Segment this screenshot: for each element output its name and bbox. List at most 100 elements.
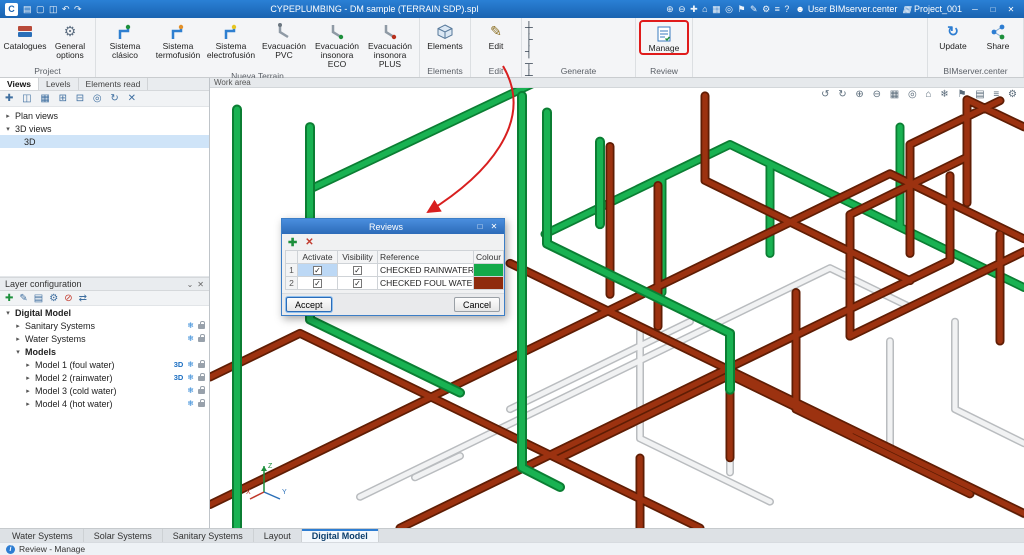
maximize-button[interactable]: □ [985, 3, 1001, 16]
disable-layer-icon[interactable]: ⊘ [64, 293, 72, 304]
view-3d-badge[interactable]: 3D [174, 373, 184, 382]
lock-icon[interactable] [198, 324, 205, 329]
project-name: Project_001 [914, 4, 962, 14]
share-button[interactable]: Share [976, 20, 1020, 51]
swap-layers-icon[interactable]: ⇄ [79, 293, 87, 304]
evacuacion-pvc-button[interactable]: Evacuación PVC [258, 20, 310, 60]
chevron-right-icon[interactable]: ▸ [24, 400, 32, 408]
sistema-electrofusion-button[interactable]: Sistema electrofusión [205, 20, 257, 60]
general-options-button[interactable]: ⚙ General options [48, 20, 92, 60]
tree-item-model-3[interactable]: ▸ Model 3 (cold water) ❄ [0, 384, 209, 397]
tab-water-systems[interactable]: Water Systems [2, 529, 84, 542]
freeze-icon[interactable]: ❄ [187, 386, 194, 395]
left-panel-tabs: Views Levels Elements read [0, 78, 209, 91]
catalogues-button[interactable]: Catalogues [3, 20, 47, 51]
freeze-icon[interactable]: ❄ [187, 399, 194, 408]
tree-item-models[interactable]: ▾ Models [0, 345, 209, 358]
tree-item-digital-model[interactable]: ▾ Digital Model [0, 306, 209, 319]
elements-button[interactable]: Elements [423, 20, 467, 51]
chevron-down-icon[interactable]: ▾ [14, 348, 22, 356]
tab-layout[interactable]: Layout [254, 529, 302, 542]
chevron-right-icon[interactable]: ▸ [24, 361, 32, 369]
project-indicator[interactable]: ▦ Project_001 [902, 4, 962, 15]
lock-icon[interactable] [198, 363, 205, 368]
chevron-right-icon[interactable]: ▸ [14, 322, 22, 330]
minimize-button[interactable]: ─ [967, 3, 983, 16]
tree-item-plan-views[interactable]: ▸ Plan views [0, 109, 209, 122]
review-row-foulwater[interactable]: 2 ✓ ✓ CHECKED FOUL WATER [286, 277, 504, 290]
chevron-right-icon[interactable]: ▸ [24, 374, 32, 382]
review-row-rainwater[interactable]: 1 ✓ ✓ CHECKED RAINWATER [286, 264, 504, 277]
colour-swatch-rainwater[interactable] [474, 264, 504, 277]
titlebar-tools-strip[interactable]: ⊕ ⊖ ✚ ⌂ ▦ ◎ ⚑ ✎ ⚙ ≡ ? [666, 4, 790, 15]
edit-button[interactable]: ✎ Edit [474, 20, 518, 51]
tree-item-sanitary-systems[interactable]: ▸ Sanitary Systems ❄ [0, 319, 209, 332]
viewport-toolbar-strip[interactable]: ↺ ↻ ⊕ ⊖ ▦ ◎ ⌂ ❄ ⚑ ▤ ≡ ⚙ [821, 89, 1020, 100]
tab-elements-read[interactable]: Elements read [79, 78, 149, 90]
view-3d-badge[interactable]: 3D [174, 360, 184, 369]
tab-sanitary-systems[interactable]: Sanitary Systems [163, 529, 254, 542]
reference-cell[interactable]: CHECKED RAINWATER [378, 264, 474, 277]
tab-digital-model[interactable]: Digital Model [302, 529, 379, 542]
chevron-right-icon[interactable]: ▸ [4, 112, 12, 120]
tree-item-model-2[interactable]: ▸ Model 2 (rainwater) 3D ❄ [0, 371, 209, 384]
panel-close-icon[interactable]: ✕ [197, 280, 204, 289]
drain-pipe-icon [275, 21, 293, 42]
panel-collapse-icon[interactable]: ⌄ [187, 280, 194, 289]
dialog-close-icon[interactable]: ✕ [487, 222, 501, 231]
lock-icon[interactable] [198, 402, 205, 407]
reviews-dialog-titlebar[interactable]: Reviews □ ✕ [282, 219, 504, 234]
lock-icon[interactable] [198, 376, 205, 381]
visibility-checkbox[interactable]: ✓ [353, 266, 362, 275]
reference-cell[interactable]: CHECKED FOUL WATER [378, 277, 474, 290]
colour-swatch-foulwater[interactable] [474, 277, 504, 290]
delete-review-icon[interactable]: ✕ [305, 237, 313, 248]
info-icon: i [6, 545, 15, 554]
sistema-clasico-button[interactable]: Sistema clásico [99, 20, 151, 60]
chevron-down-icon[interactable]: ▾ [4, 125, 12, 133]
views-tree: ▸ Plan views ▾ 3D views 3D [0, 107, 209, 277]
layer-list-icon[interactable]: ▤ [34, 293, 43, 304]
tree-item-3d-selected[interactable]: 3D [0, 135, 209, 148]
chevron-right-icon[interactable]: ▸ [14, 335, 22, 343]
lock-icon[interactable] [198, 337, 205, 342]
quick-access-toolbar[interactable]: ▤ ▢ ◫ ↶ ↷ [23, 4, 83, 15]
chevron-down-icon[interactable]: ▾ [4, 309, 12, 317]
evacuacion-insonora-eco-button[interactable]: Evacuación insonora ECO [311, 20, 363, 70]
add-review-icon[interactable]: ✚ [288, 236, 297, 249]
edit-layer-icon[interactable]: ✎ [19, 293, 27, 304]
sistema-termofusion-button[interactable]: Sistema termofusión [152, 20, 204, 60]
gear-icon: ⚙ [64, 21, 77, 42]
activate-checkbox[interactable]: ✓ [313, 266, 322, 275]
evacuacion-insonora-plus-button[interactable]: Evacuación insonora PLUS [364, 20, 416, 70]
tree-item-3d-views[interactable]: ▾ 3D views [0, 122, 209, 135]
freeze-icon[interactable]: ❄ [187, 321, 194, 330]
views-toolbar-strip[interactable]: ✚ ◫ ▦ ⊞ ⊟ ◎ ↻ ✕ [0, 91, 209, 107]
tree-item-water-systems[interactable]: ▸ Water Systems ❄ [0, 332, 209, 345]
ribbon-group-edit: ✎ Edit Edit [471, 18, 522, 77]
freeze-icon[interactable]: ❄ [187, 334, 194, 343]
add-layer-icon[interactable]: ✚ [5, 293, 13, 304]
user-account[interactable]: ☻ User BIMserver.center [795, 4, 897, 14]
tab-solar-systems[interactable]: Solar Systems [84, 529, 163, 542]
close-button[interactable]: ✕ [1003, 3, 1019, 16]
generate-tools-strip[interactable]: ┼ ├ ┤ ┬ ┴ ╬ ╱ ╲ └ ┐ ▾ [525, 20, 632, 37]
tab-views[interactable]: Views [0, 78, 39, 90]
dialog-maximize-icon[interactable]: □ [473, 222, 487, 231]
activate-checkbox[interactable]: ✓ [313, 279, 322, 288]
accept-button[interactable]: Accept [286, 297, 332, 312]
drain-pipe-plus-icon [381, 21, 399, 42]
freeze-icon[interactable]: ❄ [187, 360, 194, 369]
cancel-button[interactable]: Cancel [454, 297, 500, 312]
layer-settings-icon[interactable]: ⚙ [49, 293, 58, 304]
tab-levels[interactable]: Levels [39, 78, 79, 90]
chevron-right-icon[interactable]: ▸ [24, 387, 32, 395]
freeze-icon[interactable]: ❄ [187, 373, 194, 382]
tree-item-model-4[interactable]: ▸ Model 4 (hot water) ❄ [0, 397, 209, 410]
manage-button[interactable]: Manage [642, 22, 686, 53]
visibility-checkbox[interactable]: ✓ [353, 279, 362, 288]
user-name: User BIMserver.center [808, 4, 898, 14]
update-button[interactable]: ↻ Update [931, 20, 975, 51]
lock-icon[interactable] [198, 389, 205, 394]
tree-item-model-1[interactable]: ▸ Model 1 (foul water) 3D ❄ [0, 358, 209, 371]
